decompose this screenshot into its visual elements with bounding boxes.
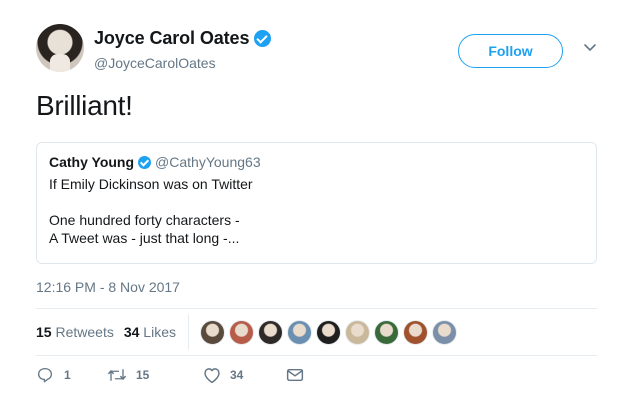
reply-count: 1 [64, 368, 71, 382]
quoted-tweet-card[interactable]: Cathy Young @CathyYoung63 If Emily Dicki… [36, 142, 597, 264]
likes-label: Likes [143, 324, 176, 340]
follow-button[interactable]: Follow [458, 34, 563, 68]
likes-stat[interactable]: 34 Likes [124, 324, 176, 340]
divider [36, 355, 597, 356]
liker-avatar[interactable] [344, 319, 370, 345]
verified-badge-icon [254, 30, 272, 47]
tweet-actions: 1 15 34 [36, 366, 304, 384]
quoted-verified-badge-icon [138, 155, 152, 169]
liker-avatar[interactable] [257, 319, 283, 345]
quoted-display-name: Cathy Young [49, 154, 135, 170]
retweets-stat[interactable]: 15 Retweets [36, 324, 114, 340]
tweet-timestamp[interactable]: 12:16 PM - 8 Nov 2017 [36, 279, 180, 295]
liker-avatar[interactable] [315, 319, 341, 345]
quoted-handle: @CathyYoung63 [155, 154, 261, 170]
author-display-name-text[interactable]: Joyce Carol Oates [94, 28, 249, 49]
quoted-tweet-header: Cathy Young @CathyYoung63 [49, 154, 584, 170]
retweet-icon[interactable] [106, 366, 128, 384]
stats-separator [187, 314, 189, 350]
liker-avatar[interactable] [373, 319, 399, 345]
liker-avatar[interactable] [431, 319, 457, 345]
author-names: Joyce Carol Oates @JoyceCarolOates [94, 28, 272, 71]
heart-icon[interactable] [202, 366, 222, 384]
retweet-count: 15 [136, 368, 150, 382]
author-display-name[interactable]: Joyce Carol Oates [94, 28, 272, 49]
quoted-text-line-1: If Emily Dickinson was on Twitter [49, 176, 253, 192]
liker-avatars [199, 319, 457, 345]
like-count: 34 [230, 368, 244, 382]
liker-avatar[interactable] [228, 319, 254, 345]
author-avatar[interactable] [36, 24, 84, 72]
likes-count: 34 [123, 324, 140, 340]
liker-avatar[interactable] [199, 319, 225, 345]
quoted-text-line-2: One hundred forty characters - [49, 212, 240, 228]
like-action[interactable]: 34 [202, 366, 286, 384]
liker-avatar[interactable] [286, 319, 312, 345]
retweets-count: 15 [36, 324, 52, 340]
liker-avatar[interactable] [402, 319, 428, 345]
reply-action[interactable]: 1 [36, 366, 106, 384]
author-handle[interactable]: @JoyceCarolOates [94, 55, 271, 71]
reply-icon[interactable] [36, 366, 54, 384]
quoted-text-line-3: A Tweet was - just that long -... [49, 230, 240, 246]
tweet-stats: 15 Retweets 34 Likes [36, 309, 597, 355]
envelope-icon[interactable] [286, 367, 304, 383]
tweet-header: Joyce Carol Oates @JoyceCarolOates Follo… [36, 24, 606, 76]
retweet-action[interactable]: 15 [106, 366, 202, 384]
retweets-label: Retweets [55, 324, 114, 340]
chevron-down-icon[interactable] [584, 44, 596, 54]
direct-message-action[interactable] [286, 367, 304, 383]
tweet-text: Brilliant! [36, 90, 133, 121]
